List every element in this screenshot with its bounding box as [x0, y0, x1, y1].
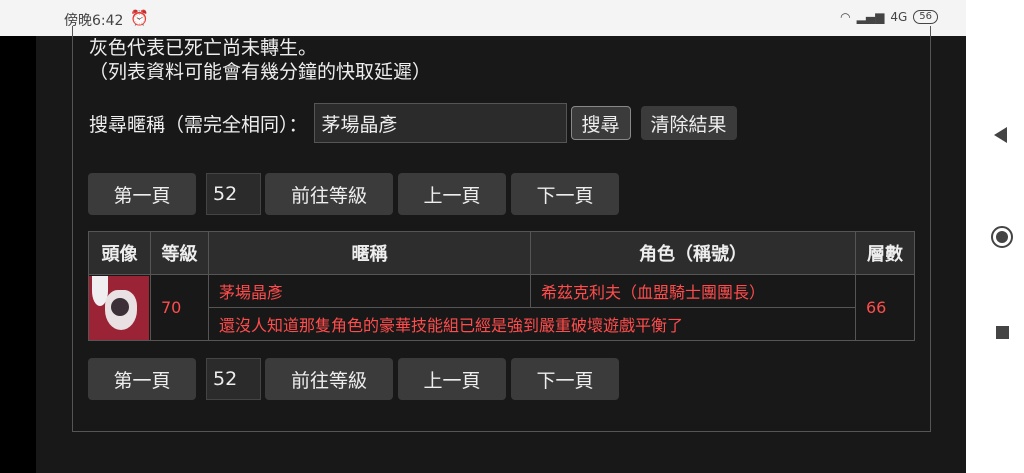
- info-line-2: （列表資料可能會有幾分鐘的快取延遲）: [89, 61, 432, 83]
- first-page-button[interactable]: 第一頁: [88, 358, 196, 400]
- system-nav-bar: [966, 0, 1024, 473]
- info-line-1: 灰色代表已死亡尚未轉生。: [89, 37, 318, 59]
- alarm-icon: ⏰: [130, 9, 149, 27]
- prev-page-button[interactable]: 上一頁: [398, 358, 506, 400]
- header-avatar: 頭像: [88, 231, 151, 275]
- pager-top: 第一頁 前往等級 上一頁 下一頁: [88, 173, 619, 215]
- page: 灰色代表已死亡尚未轉生。 （列表資料可能會有幾分鐘的快取延遲） 搜尋暱稱（需完全…: [36, 26, 966, 473]
- next-page-button[interactable]: 下一頁: [511, 358, 619, 400]
- search-input[interactable]: [313, 103, 567, 143]
- first-page-button[interactable]: 第一頁: [88, 173, 196, 215]
- network-type: 4G: [890, 10, 908, 24]
- header-floor: 層數: [855, 231, 915, 275]
- search-label: 搜尋暱稱（需完全相同）：: [89, 113, 308, 136]
- quote-cell: 還沒人知道那隻角色的豪華技能組已經是強到嚴重破壞遊戲平衡了: [208, 307, 856, 341]
- role-cell: 希茲克利夫（血盟騎士團團長）: [530, 274, 856, 308]
- signal-icon: ▂▄▆: [856, 10, 885, 24]
- header-nickname: 暱稱: [208, 231, 531, 275]
- goto-level-button[interactable]: 前往等級: [265, 358, 393, 400]
- next-page-button[interactable]: 下一頁: [511, 173, 619, 215]
- battery-icon: 56: [913, 10, 938, 24]
- back-icon[interactable]: [994, 127, 1007, 143]
- status-right: ◠ ▂▄▆ 4G 56: [840, 10, 938, 24]
- floor-cell: 66: [855, 274, 915, 341]
- search-button[interactable]: 搜尋: [570, 106, 631, 140]
- pager-bottom: 第一頁 前往等級 上一頁 下一頁: [88, 358, 619, 400]
- clear-results-button[interactable]: 清除結果: [640, 106, 737, 140]
- recent-apps-icon[interactable]: [996, 326, 1009, 339]
- level-input[interactable]: [206, 358, 261, 400]
- nickname-cell: 茅場晶彥: [208, 274, 531, 308]
- goto-level-button[interactable]: 前往等級: [265, 173, 393, 215]
- table-row: 70 茅場晶彥 希茲克利夫（血盟騎士團團長） 66: [88, 274, 915, 341]
- avatar-cell: [88, 274, 151, 341]
- ranking-table: 頭像 等級 暱稱 角色（稱號） 層數 70 茅場晶彥 希茲克利夫（血盟騎士團團長…: [88, 231, 915, 341]
- table-header-row: 頭像 等級 暱稱 角色（稱號） 層數: [88, 231, 915, 275]
- level-input[interactable]: [206, 173, 261, 215]
- home-icon[interactable]: [991, 226, 1013, 248]
- search-row: 搜尋暱稱（需完全相同）： 搜尋 清除結果: [89, 103, 737, 143]
- header-role: 角色（稱號）: [530, 231, 856, 275]
- avatar: [89, 275, 149, 340]
- prev-page-button[interactable]: 上一頁: [398, 173, 506, 215]
- level-cell: 70: [150, 274, 209, 341]
- wifi-icon: ◠: [840, 10, 851, 24]
- table-row-quote: 還沒人知道那隻角色的豪華技能組已經是強到嚴重破壞遊戲平衡了: [89, 307, 915, 341]
- info-text: 灰色代表已死亡尚未轉生。 （列表資料可能會有幾分鐘的快取延遲）: [89, 36, 431, 84]
- header-level: 等級: [150, 231, 209, 275]
